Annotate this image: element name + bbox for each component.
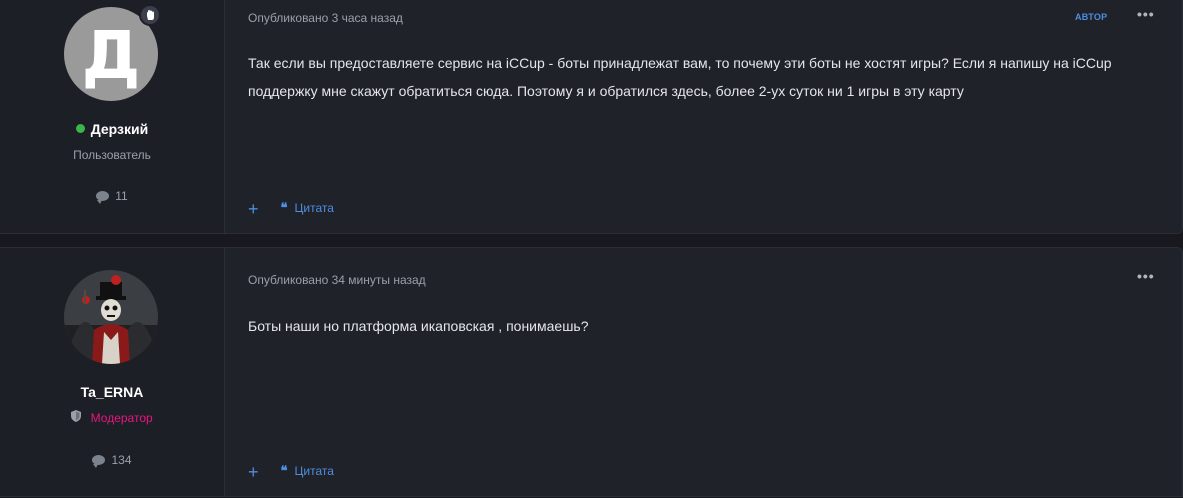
author-tag: АВТОР: [1075, 12, 1108, 22]
avatar-letter: Д: [81, 17, 141, 94]
quote-label: Цитата: [294, 464, 334, 478]
quote-label: Цитата: [294, 201, 334, 215]
username-text: Дерзкий: [90, 121, 149, 137]
quote-icon: ❝: [280, 464, 288, 479]
avatar-image: [64, 270, 158, 364]
hand-icon: [139, 4, 161, 26]
post-content: Так если вы предоставляете сервис на iCC…: [248, 55, 1112, 99]
shield-icon: [71, 410, 84, 425]
quote-button[interactable]: ❝ Цитата: [281, 201, 334, 216]
reaction-button[interactable]: +: [248, 463, 259, 481]
avatar[interactable]: [64, 270, 158, 364]
post-author-panel: Д Дерзкий Пользователь 11: [0, 0, 225, 233]
more-options-icon[interactable]: •••: [1137, 6, 1155, 22]
post-content: Боты наши но платформа икаповская , пони…: [248, 318, 589, 334]
username[interactable]: Дерзкий: [0, 121, 224, 137]
post-count: 11: [0, 189, 224, 204]
post-count-value: 134: [111, 453, 132, 467]
user-role: Пользователь: [73, 148, 151, 162]
post-timestamp[interactable]: Опубликовано 3 часа назад: [248, 11, 403, 25]
post: Ta_ERNA Модератор 134 Опубликовано 34 ми…: [0, 247, 1183, 497]
more-options-icon[interactable]: •••: [1137, 268, 1155, 284]
post: Д Дерзкий Пользователь 11 Опубликовано 3…: [0, 0, 1183, 234]
reaction-button[interactable]: +: [248, 200, 259, 218]
post-count-value: 11: [115, 189, 128, 203]
post-count: 134: [0, 453, 224, 468]
post-timestamp[interactable]: Опубликовано 34 минуты назад: [248, 273, 426, 287]
online-indicator: [75, 124, 85, 133]
user-role-text: Модератор: [90, 411, 153, 425]
user-role: Модератор: [0, 410, 224, 425]
post-actions: + ❝ Цитата: [248, 463, 334, 481]
post-actions: + ❝ Цитата: [248, 200, 334, 218]
comment-icon: [92, 455, 106, 468]
username[interactable]: Ta_ERNA: [0, 384, 224, 400]
username-text: Ta_ERNA: [80, 384, 144, 400]
quote-icon: ❝: [280, 201, 288, 216]
comment-icon: [96, 191, 110, 204]
post-author-panel: Ta_ERNA Модератор 134: [0, 248, 225, 496]
quote-button[interactable]: ❝ Цитата: [281, 464, 334, 479]
